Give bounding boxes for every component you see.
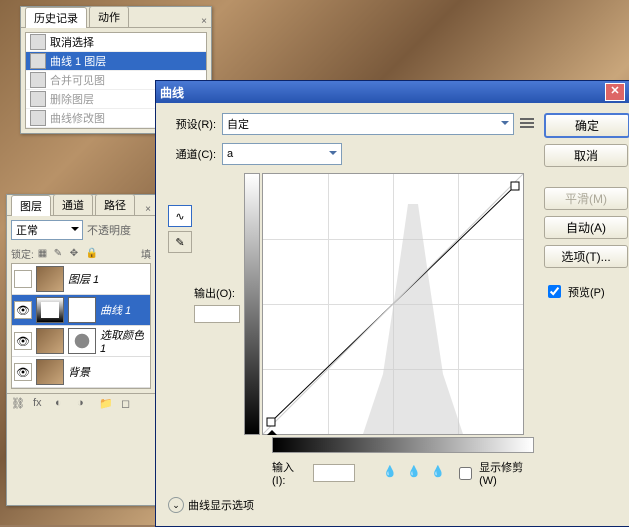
tab-channels[interactable]: 通道 <box>53 194 93 215</box>
visibility-toggle[interactable]: 👁 <box>14 332 32 350</box>
layers-close-icon[interactable]: × <box>145 204 151 215</box>
expand-icon: ⌄ <box>168 497 184 513</box>
history-step-icon <box>30 72 46 88</box>
black-eyedropper-icon[interactable]: 💧 <box>383 465 399 481</box>
lock-pixels-icon[interactable]: ▦ <box>38 248 50 260</box>
history-item-label: 合并可见图 <box>50 72 105 88</box>
history-item[interactable]: 取消选择 <box>26 33 206 52</box>
layer-thumb <box>36 359 64 385</box>
new-layer-icon[interactable]: ◻ <box>121 397 135 411</box>
layer-name: 背景 <box>68 364 90 380</box>
tab-paths[interactable]: 路径 <box>95 194 135 215</box>
history-step-icon <box>30 91 46 107</box>
visibility-toggle[interactable]: 👁 <box>14 363 32 381</box>
layer-list: 图层 1 👁 曲线 1 👁 选取颜色 1 👁 背景 <box>11 263 151 389</box>
input-field[interactable] <box>313 464 355 482</box>
channel-value: a <box>227 148 233 160</box>
preview-input[interactable] <box>548 285 561 298</box>
curve-pencil-tool[interactable]: ✎ <box>168 231 192 253</box>
mask-icon[interactable]: ◐ <box>55 397 69 411</box>
black-slider[interactable] <box>267 425 277 435</box>
curves-dialog: 曲线 ✕ 预设(R): 自定 通道(C): a ∿ ✎ <box>155 80 629 527</box>
lock-row: 锁定: ▦ ✎ ✥ 🔒 填 <box>11 244 151 263</box>
preset-value: 自定 <box>227 116 249 132</box>
history-step-icon <box>30 34 46 50</box>
lock-label: 锁定: <box>11 246 34 261</box>
history-step-icon <box>30 110 46 126</box>
fx-icon[interactable]: fx <box>33 397 47 411</box>
visibility-toggle[interactable] <box>14 270 32 288</box>
layer-item[interactable]: 👁 曲线 1 <box>12 295 150 326</box>
channel-label: 通道(C): <box>168 146 216 162</box>
blend-mode-combo[interactable]: 正常 <box>11 220 83 240</box>
expand-label: 曲线显示选项 <box>188 497 254 513</box>
show-clipping-label: 显示修剪(W) <box>479 459 534 487</box>
input-gradient <box>272 437 534 453</box>
tab-layers[interactable]: 图层 <box>11 195 51 216</box>
layer-name: 选取颜色 1 <box>100 327 148 355</box>
show-clipping-input[interactable] <box>459 467 472 480</box>
layers-body: 正常 不透明度 锁定: ▦ ✎ ✥ 🔒 填 图层 1 👁 曲线 1 <box>7 216 155 393</box>
output-label: 输出(O): <box>194 285 240 301</box>
link-icon[interactable]: ⛓ <box>11 397 25 411</box>
output-field[interactable] <box>194 305 240 323</box>
layers-tabbar: 图层 通道 路径 × <box>7 195 155 216</box>
layer-thumb <box>36 266 64 292</box>
curves-adj-icon <box>36 297 64 323</box>
curve-point-tool[interactable]: ∿ <box>168 205 192 227</box>
ok-button[interactable]: 确定 <box>544 113 629 138</box>
dialog-titlebar[interactable]: 曲线 ✕ <box>156 81 629 103</box>
options-button[interactable]: 选项(T)... <box>544 245 628 268</box>
opacity-label: 不透明度 <box>87 222 131 238</box>
mask-thumb <box>68 297 96 323</box>
cancel-button[interactable]: 取消 <box>544 144 628 167</box>
curve-point[interactable] <box>511 182 520 191</box>
lock-brush-icon[interactable]: ✎ <box>54 248 66 260</box>
history-item[interactable]: 曲线 1 图层 <box>26 52 206 71</box>
folder-icon[interactable]: 📁 <box>99 397 113 411</box>
tab-actions[interactable]: 动作 <box>89 6 129 27</box>
tab-history[interactable]: 历史记录 <box>25 7 87 28</box>
adjust-icon[interactable]: ◑ <box>77 397 91 411</box>
layer-item[interactable]: 👁 背景 <box>12 357 150 388</box>
layer-thumb <box>36 328 64 354</box>
close-button[interactable]: ✕ <box>605 83 625 101</box>
curve-line <box>263 174 523 434</box>
dialog-title: 曲线 <box>160 84 184 101</box>
history-tabbar: 历史记录 动作 × <box>21 7 211 28</box>
blend-mode-value: 正常 <box>16 222 38 238</box>
layer-name: 图层 1 <box>68 271 99 287</box>
history-item-label: 曲线修改图 <box>50 110 105 126</box>
white-eyedropper-icon[interactable]: 💧 <box>431 465 447 481</box>
visibility-toggle[interactable]: 👁 <box>14 301 32 319</box>
preset-menu-icon[interactable] <box>520 118 534 130</box>
preset-label: 预设(R): <box>168 116 216 132</box>
curve-graph[interactable] <box>262 173 524 435</box>
lock-all-icon[interactable]: 🔒 <box>86 248 98 260</box>
fill-label: 填 <box>141 246 151 261</box>
history-item-label: 曲线 1 图层 <box>50 53 106 69</box>
lock-move-icon[interactable]: ✥ <box>70 248 82 260</box>
show-clipping-checkbox[interactable]: 显示修剪(W) <box>455 459 534 487</box>
curve-display-options-toggle[interactable]: ⌄ 曲线显示选项 <box>168 497 534 513</box>
history-item-label: 取消选择 <box>50 34 94 50</box>
layers-panel: 图层 通道 路径 × 正常 不透明度 锁定: ▦ ✎ ✥ 🔒 填 图层 1 👁 <box>6 194 156 506</box>
selcolor-adj-icon <box>68 328 96 354</box>
history-close-icon[interactable]: × <box>201 16 207 27</box>
auto-button[interactable]: 自动(A) <box>544 216 628 239</box>
smooth-button: 平滑(M) <box>544 187 628 210</box>
history-step-icon <box>30 53 46 69</box>
input-label: 输入(I): <box>272 459 305 487</box>
channel-combo[interactable]: a <box>222 143 342 165</box>
layer-name: 曲线 1 <box>100 302 131 318</box>
layer-item[interactable]: 👁 选取颜色 1 <box>12 326 150 357</box>
layers-footer: ⛓ fx ◐ ◑ 📁 ◻ <box>7 393 155 414</box>
gray-eyedropper-icon[interactable]: 💧 <box>407 465 423 481</box>
preset-combo[interactable]: 自定 <box>222 113 514 135</box>
layer-item[interactable]: 图层 1 <box>12 264 150 295</box>
history-item-label: 删除图层 <box>50 91 94 107</box>
output-gradient <box>244 173 260 435</box>
preview-checkbox[interactable]: 预览(P) <box>544 282 629 301</box>
preview-label: 预览(P) <box>568 284 605 300</box>
